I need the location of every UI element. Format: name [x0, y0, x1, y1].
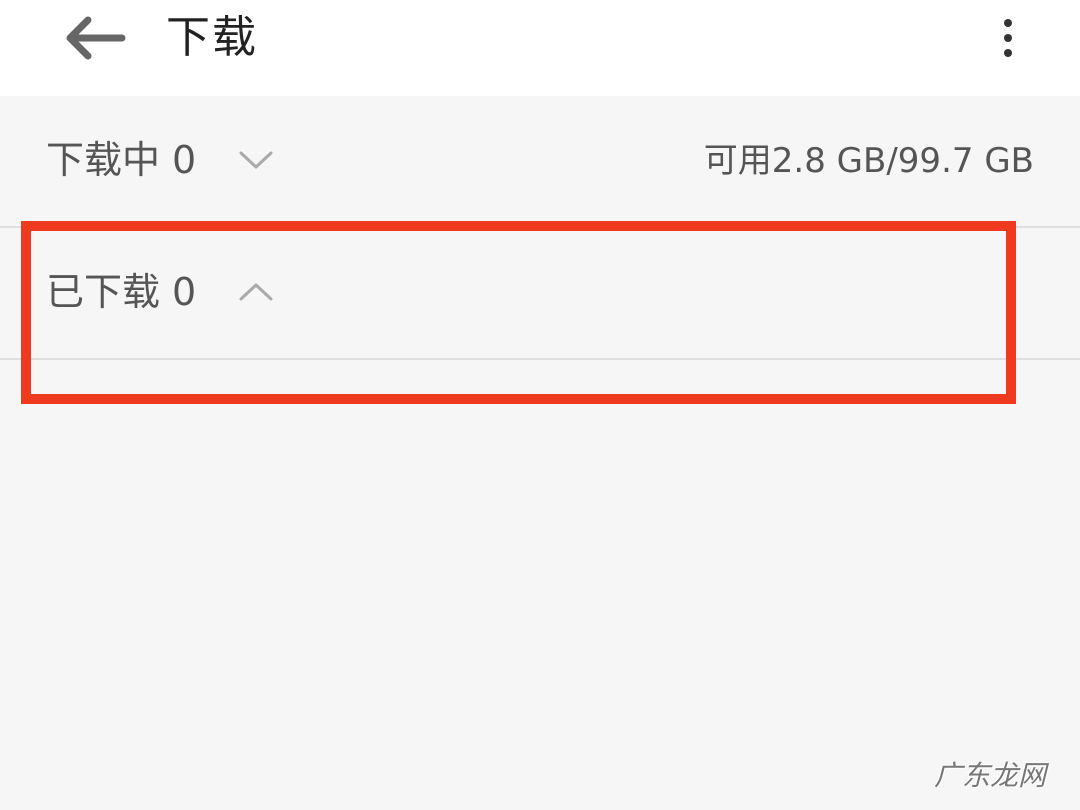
- watermark: 广东龙网: [933, 759, 1046, 792]
- downloading-label: 下载中: [46, 138, 161, 182]
- page-title: 下载: [166, 12, 258, 63]
- arrow-left-icon: [66, 16, 126, 60]
- back-button[interactable]: [56, 6, 132, 70]
- chevron-up-icon[interactable]: [236, 277, 276, 307]
- downloaded-label: 已下载: [46, 270, 161, 314]
- downloaded-header[interactable]: 已下载 0: [46, 266, 276, 318]
- more-options-button[interactable]: [988, 10, 1028, 66]
- downloading-section[interactable]: 下载中 0 可用2.8 GB/99.7 GB: [0, 96, 1080, 228]
- downloading-header[interactable]: 下载中 0: [46, 134, 276, 186]
- downloading-count: 0: [172, 138, 197, 182]
- app-header: 下载: [0, 0, 1080, 96]
- chevron-down-icon[interactable]: [236, 145, 276, 175]
- storage-info: 可用2.8 GB/99.7 GB: [703, 141, 1034, 181]
- downloaded-count: 0: [172, 270, 197, 314]
- downloaded-section[interactable]: 已下载 0: [0, 228, 1080, 360]
- divider: [0, 358, 1080, 360]
- more-vertical-icon: [1004, 19, 1012, 57]
